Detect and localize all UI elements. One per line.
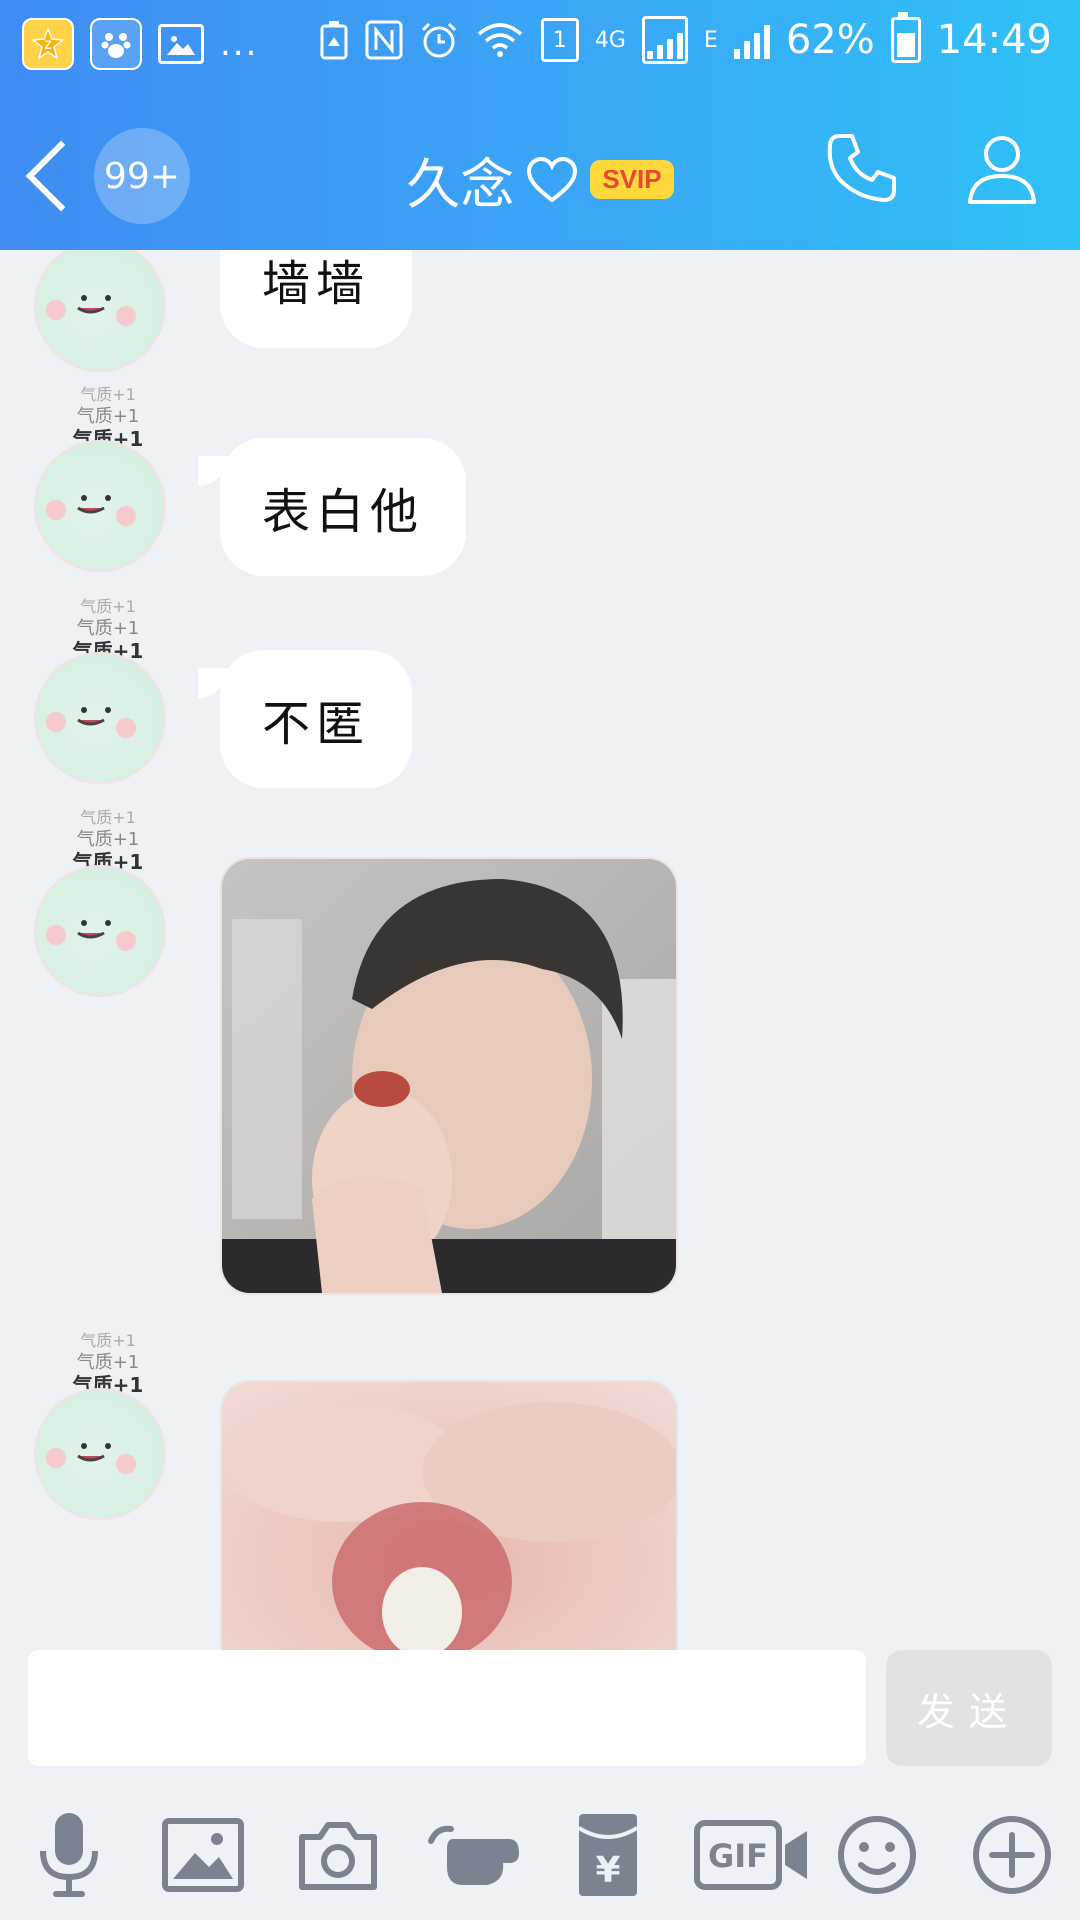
- status-time: 14:49: [936, 17, 1052, 63]
- gif-label: GIF: [708, 1837, 768, 1875]
- photo-image: [222, 859, 676, 1293]
- voice-button[interactable]: [14, 1800, 124, 1910]
- camera-icon: [299, 1822, 377, 1890]
- contact-avatar[interactable]: [34, 440, 166, 572]
- person-icon: [968, 136, 1036, 204]
- photo-image: [222, 1382, 676, 1650]
- message-bubble[interactable]: 墙墙: [220, 250, 413, 348]
- plus-icon: [973, 1816, 1051, 1894]
- label: 气质+1: [76, 618, 140, 639]
- camera-button[interactable]: [283, 1800, 393, 1910]
- network-4g-label: 4G: [594, 27, 626, 53]
- status-more: ...: [220, 24, 259, 64]
- label: 气质+1: [76, 406, 140, 427]
- nfc-icon: [365, 20, 403, 60]
- emoji-button[interactable]: [822, 1800, 932, 1910]
- toolbar: ¥ GIF: [0, 1800, 1080, 1910]
- red-packet-button[interactable]: ¥: [553, 1800, 663, 1910]
- message-input[interactable]: [28, 1650, 866, 1766]
- send-button[interactable]: 发送: [886, 1650, 1052, 1766]
- svip-badge: SVIP: [590, 160, 674, 199]
- gif-icon: GIF: [694, 1820, 807, 1890]
- label: 气质+1: [80, 1331, 136, 1350]
- battery-percent: 62%: [785, 17, 875, 63]
- message-bubble[interactable]: 不匿: [197, 650, 413, 788]
- label: 气质+1: [80, 597, 136, 616]
- contact-name[interactable]: 久念: [406, 140, 514, 219]
- qzone-labels: 气质+1 气质+1 气质+1: [58, 807, 158, 873]
- call-button[interactable]: [814, 120, 910, 216]
- network-e-label: E: [703, 27, 718, 53]
- poke-button[interactable]: [418, 1800, 528, 1910]
- microphone-icon: [40, 1813, 98, 1897]
- wifi-icon: [477, 23, 522, 57]
- photo-message[interactable]: [220, 857, 678, 1295]
- baidu-icon: [90, 18, 142, 70]
- gif-button[interactable]: GIF: [688, 1800, 818, 1910]
- composer: 发送: [0, 1648, 1080, 1768]
- yen-symbol: ¥: [595, 1850, 620, 1891]
- title-actions: [814, 120, 1050, 216]
- red-packet-icon: ¥: [577, 1814, 639, 1896]
- status-left: Z ...: [22, 18, 258, 70]
- label: 气质+1: [76, 1352, 140, 1373]
- recycle-icon: [320, 21, 348, 60]
- signal-4g-icon: [641, 16, 688, 64]
- gallery-icon: [158, 24, 204, 64]
- contact-avatar[interactable]: [34, 652, 166, 784]
- contact-avatar[interactable]: [34, 865, 166, 997]
- emoji-icon: [838, 1816, 916, 1894]
- image-button[interactable]: [148, 1800, 258, 1910]
- heart-icon: [527, 156, 578, 203]
- profile-button[interactable]: [954, 120, 1050, 216]
- status-right: 1 4G E 62% 14:49: [319, 12, 1052, 64]
- signal-e-icon: [733, 21, 770, 59]
- image-icon: [162, 1818, 244, 1892]
- header: Z ... 1 4G E 62% 14:49 99+ 久念 SVIP: [0, 0, 1080, 250]
- label: 气质+1: [80, 808, 136, 827]
- qzone-icon: Z: [22, 18, 74, 70]
- contact-avatar[interactable]: [34, 1388, 166, 1520]
- sim-slot-badge: 1: [540, 18, 579, 62]
- photo-message[interactable]: [220, 1380, 678, 1650]
- chat-screen: Z ... 1 4G E 62% 14:49 99+ 久念 SVIP 墙墙 气质…: [0, 0, 1080, 1920]
- more-button[interactable]: [957, 1800, 1067, 1910]
- message-bubble[interactable]: 表白他: [197, 438, 467, 576]
- poke-icon: [428, 1825, 519, 1885]
- label: 气质+1: [80, 385, 136, 404]
- title-bar: 99+ 久念 SVIP: [0, 100, 1080, 240]
- contact-avatar[interactable]: [34, 250, 166, 372]
- label: 气质+1: [76, 829, 140, 850]
- qzone-labels: 气质+1 气质+1 气质+1: [58, 1330, 158, 1396]
- status-bar: Z ... 1 4G E 62% 14:49: [0, 0, 1080, 90]
- alarm-icon: [421, 22, 456, 58]
- battery-icon: [890, 12, 921, 63]
- phone-icon: [827, 134, 896, 202]
- message-list[interactable]: 墙墙 气质+1 气质+1 气质+1 表白他 气质+1 气质+1 气质+1 不匿 …: [0, 250, 1080, 1650]
- svg-text:Z: Z: [44, 38, 51, 52]
